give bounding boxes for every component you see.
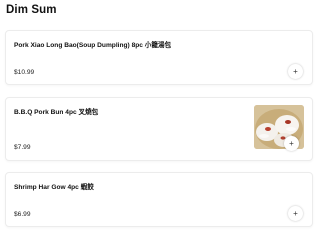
menu-item-card[interactable]: Shrimp Har Gow 4pc 蝦餃 $6.99 +	[5, 172, 313, 227]
add-to-cart-button[interactable]: +	[288, 64, 303, 79]
item-price: $10.99	[14, 69, 35, 76]
menu-item-card[interactable]: Pork Xiao Long Bao(Soup Dumpling) 8pc 小籠…	[5, 30, 313, 85]
item-name: B.B.Q Pork Bun 4pc 叉燒包	[14, 109, 99, 116]
item-name: Shrimp Har Gow 4pc 蝦餃	[14, 184, 94, 191]
menu-page: Dim Sum Pork Xiao Long Bao(Soup Dumpling…	[0, 0, 320, 240]
item-price: $6.99	[14, 211, 31, 218]
section-title: Dim Sum	[6, 4, 57, 16]
item-name: Pork Xiao Long Bao(Soup Dumpling) 8pc 小籠…	[14, 42, 172, 49]
add-to-cart-button[interactable]: +	[284, 136, 299, 151]
menu-item-card[interactable]: B.B.Q Pork Bun 4pc 叉燒包 $7.99 +	[5, 97, 313, 161]
item-price: $7.99	[14, 144, 31, 151]
add-to-cart-button[interactable]: +	[288, 206, 303, 221]
